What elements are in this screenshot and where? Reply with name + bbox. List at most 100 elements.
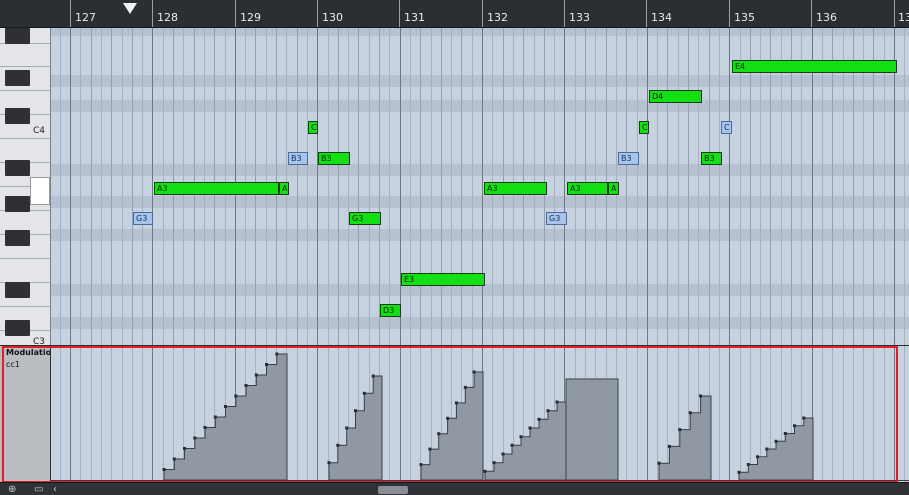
horizontal-scrollbar[interactable] [378, 486, 408, 494]
controller-lane-header[interactable]: Modulatio cc1 [0, 346, 50, 482]
cc-event-point[interactable] [254, 373, 258, 377]
midi-note[interactable]: A [279, 182, 289, 195]
cc-event-point[interactable] [345, 426, 349, 430]
controller-name[interactable]: Modulatio [6, 348, 50, 357]
midi-note[interactable]: E4 [732, 60, 897, 73]
black-key[interactable] [5, 282, 30, 298]
cc-event-point[interactable] [183, 447, 186, 450]
note-grid[interactable]: A3 A G3 B3 C B3 G3 D3 E3 A3 G3 A3 A B3 C… [51, 28, 909, 345]
white-key[interactable] [0, 258, 50, 259]
midi-note-muted[interactable]: G3 [133, 212, 153, 225]
lane-preset-icon[interactable]: ▭ [34, 484, 43, 495]
cc-event-point[interactable] [667, 444, 671, 448]
black-key[interactable] [5, 70, 30, 86]
midi-note[interactable]: E3 [401, 273, 485, 286]
midi-note[interactable]: B3 [701, 152, 722, 165]
cc-event-point[interactable] [371, 374, 375, 378]
cc-event-point[interactable] [362, 391, 366, 395]
cc-hold-block[interactable] [565, 378, 619, 481]
midi-note[interactable]: A3 [484, 182, 547, 195]
cc-event-point[interactable] [492, 461, 496, 465]
cc-event-point[interactable] [327, 461, 331, 465]
controller-events-area[interactable] [51, 346, 909, 482]
black-key[interactable] [5, 28, 30, 44]
cc-event-point[interactable] [537, 417, 541, 421]
white-key[interactable] [0, 90, 50, 91]
cc-event-point[interactable] [699, 394, 703, 398]
cc-event-point[interactable] [162, 468, 166, 471]
cc-event-point[interactable] [802, 416, 806, 420]
cc-event-point[interactable] [774, 439, 778, 443]
cc-event-point[interactable] [746, 463, 750, 466]
controller-curve[interactable] [51, 346, 909, 482]
cc-event-point[interactable] [472, 370, 476, 374]
cc-event-point[interactable] [528, 426, 532, 430]
cc-event-point[interactable] [446, 416, 450, 420]
midi-note[interactable]: D4 [649, 90, 702, 103]
cc-event-point[interactable] [354, 409, 357, 413]
black-key[interactable] [5, 108, 30, 124]
midi-note[interactable]: A3 [154, 182, 279, 195]
cc-event-point[interactable] [756, 455, 759, 459]
midi-note[interactable]: G3 [349, 212, 381, 225]
cc-event-point[interactable] [555, 400, 559, 404]
cc-ramp[interactable] [328, 375, 383, 481]
midi-note-muted[interactable]: B3 [618, 152, 639, 165]
midi-note-muted[interactable]: G3 [546, 212, 567, 225]
playhead-icon[interactable] [123, 3, 137, 14]
black-key[interactable] [5, 160, 30, 176]
midi-note[interactable]: B3 [318, 152, 350, 165]
cc-event-point[interactable] [428, 447, 432, 451]
midi-note-muted[interactable]: C [721, 121, 732, 134]
white-key[interactable] [0, 138, 50, 139]
black-key[interactable] [5, 320, 30, 336]
cc-event-point[interactable] [213, 415, 217, 419]
midi-note[interactable]: A3 [567, 182, 608, 195]
cc-event-point[interactable] [234, 394, 238, 398]
black-key[interactable] [5, 230, 30, 246]
cc-event-point[interactable] [510, 443, 514, 447]
white-key[interactable] [0, 306, 50, 307]
cc-event-point[interactable] [688, 411, 692, 415]
cc-event-point[interactable] [737, 470, 741, 474]
cc-event-point[interactable] [793, 424, 796, 428]
cc-event-point[interactable] [437, 432, 441, 436]
add-lane-icon[interactable]: ⊕ [8, 484, 16, 495]
cc-event-point[interactable] [519, 435, 523, 439]
grid-line [379, 28, 380, 345]
cc-event-point[interactable] [203, 426, 207, 429]
cc-ramp[interactable] [484, 401, 567, 481]
note-label: G3 [549, 214, 561, 223]
cc-event-point[interactable] [483, 469, 487, 473]
cc-event-point[interactable] [657, 461, 661, 465]
cc-event-point[interactable] [765, 447, 769, 451]
midi-note[interactable]: C [308, 121, 318, 134]
cc-event-point[interactable] [463, 385, 467, 389]
white-key[interactable] [0, 66, 50, 67]
cc-event-point[interactable] [454, 401, 458, 405]
cc-event-point[interactable] [336, 443, 340, 447]
black-key[interactable] [5, 196, 30, 212]
cc-event-point[interactable] [546, 409, 550, 413]
cc-event-point[interactable] [783, 432, 787, 435]
midi-note[interactable]: C [639, 121, 649, 134]
midi-note[interactable]: A [608, 182, 619, 195]
midi-note-muted[interactable]: B3 [288, 152, 308, 165]
note-label: A3 [570, 184, 581, 193]
cc-event-point[interactable] [193, 436, 197, 440]
cc-event-point[interactable] [265, 363, 268, 366]
grid-line [812, 28, 813, 345]
cc-event-point[interactable] [172, 457, 176, 461]
highlighted-key[interactable] [30, 177, 50, 205]
cc-event-point[interactable] [678, 428, 682, 432]
cc-event-point[interactable] [419, 463, 423, 467]
timeline-ruler[interactable]: 127 128 129 130 131 132 133 134 135 136 … [0, 0, 909, 28]
midi-note[interactable]: D3 [380, 304, 401, 317]
cc-event-point[interactable] [224, 405, 227, 408]
cc-ramp[interactable] [658, 395, 712, 481]
cc-event-point[interactable] [501, 452, 505, 456]
cc-event-point[interactable] [275, 352, 279, 356]
piano-keyboard[interactable]: C4 C3 [0, 28, 51, 345]
cc-event-point[interactable] [244, 384, 248, 387]
scroll-left-icon[interactable]: ‹ [53, 484, 57, 495]
